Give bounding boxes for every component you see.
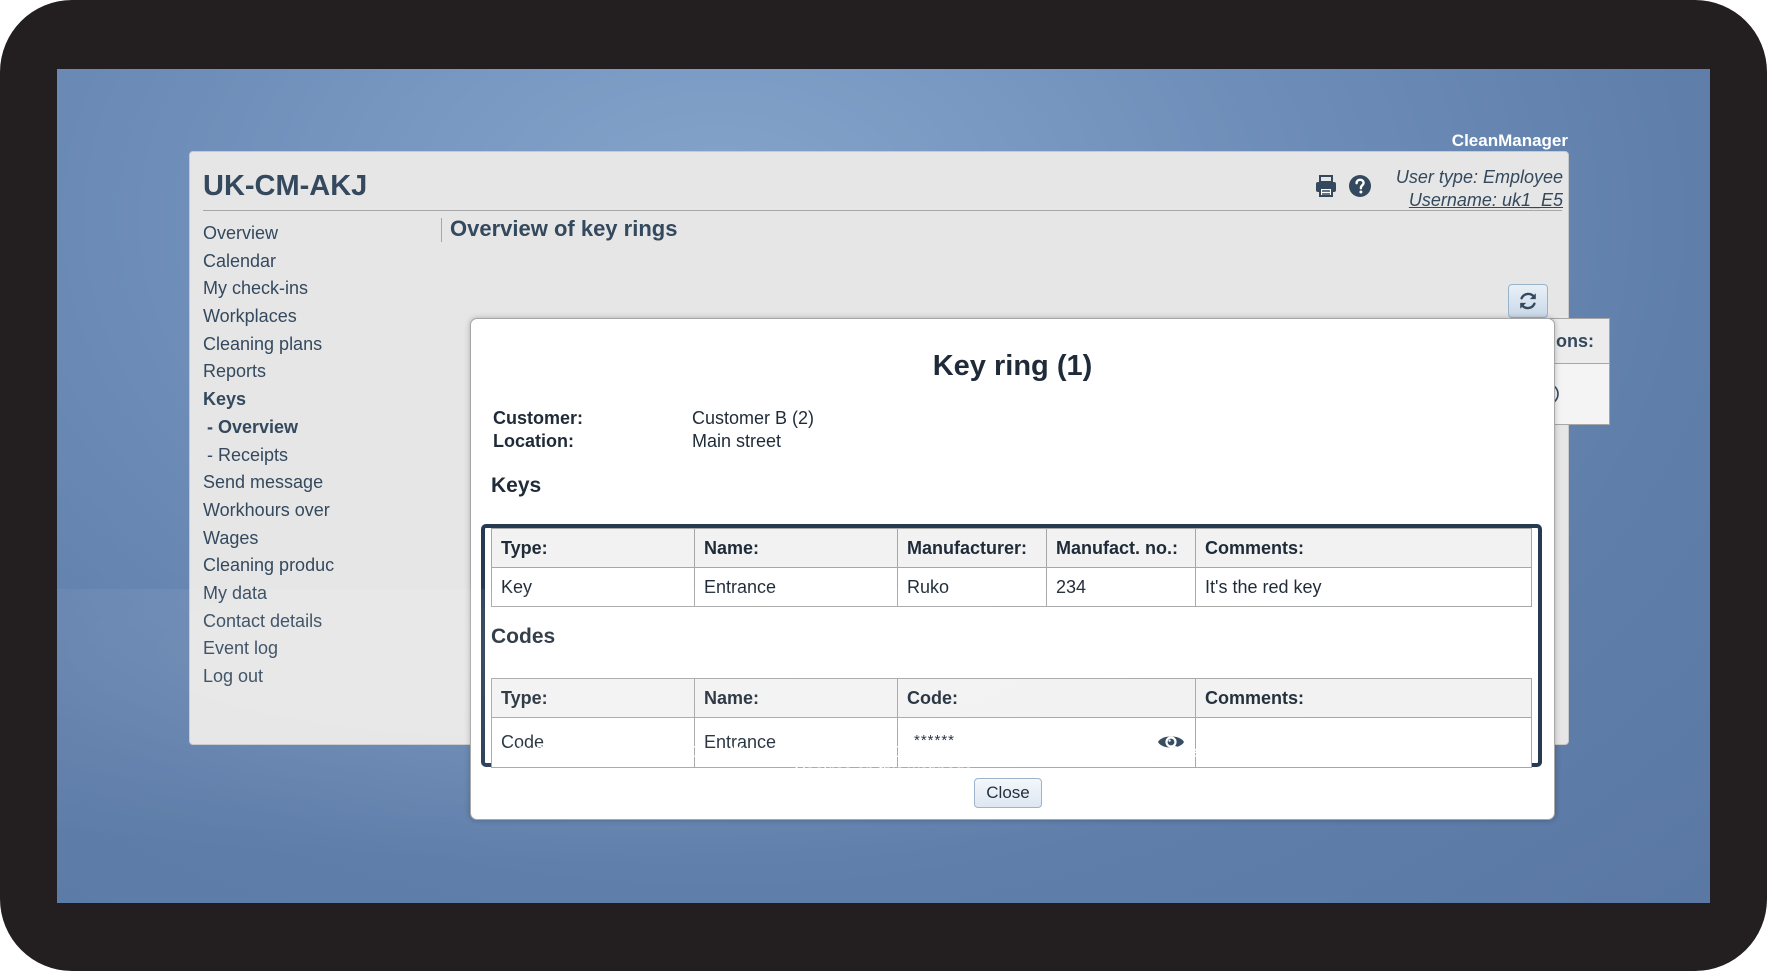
sidebar-item-cleaning-products[interactable]: Cleaning produc [203, 552, 334, 580]
key-name-cell: Entrance [694, 567, 898, 607]
content-divider [441, 218, 442, 242]
sidebar-item-my-check-ins[interactable]: My check-ins [203, 275, 334, 303]
sidebar-item-overview[interactable]: Overview [203, 220, 334, 248]
customer-value: Customer B (2) [692, 408, 815, 428]
codes-heading: Codes [491, 625, 556, 648]
print-icon[interactable] [1314, 174, 1338, 198]
keys-heading: Keys [491, 474, 542, 497]
keys-table: Type: Name: Manufacturer: Manufact. no.:… [491, 528, 1532, 607]
key-comments-cell: It's the red key [1195, 567, 1532, 607]
sidebar-item-keys[interactable]: Keys [203, 386, 334, 414]
username[interactable]: Username: uk1_E5 [1396, 189, 1563, 212]
sidebar-item-reports[interactable]: Reports [203, 358, 334, 386]
refresh-button[interactable] [1508, 284, 1548, 318]
cookies-link[interactable]: Cookies on this webpage [57, 763, 1710, 781]
sidebar-item-workplaces[interactable]: Workplaces [203, 303, 334, 331]
help-icon[interactable] [1348, 174, 1372, 198]
table-row: Key Entrance Ruko 234 It's the red key [491, 567, 1532, 607]
keys-col-manufacturer: Manufacturer: [897, 528, 1047, 568]
key-manufacturer-cell: Ruko [897, 567, 1047, 607]
sidebar-nav: Overview Calendar My check-ins Workplace… [203, 220, 334, 691]
sidebar-item-my-data[interactable]: My data [203, 580, 334, 608]
location-value: Main street [692, 431, 782, 451]
screen: CleanManager UK-CM-AKJ User type: Employ… [57, 69, 1710, 903]
sidebar-item-wages[interactable]: Wages [203, 525, 334, 553]
keys-col-comments: Comments: [1195, 528, 1532, 568]
dialog-title: Key ring (1) [932, 350, 1093, 382]
sidebar-item-event-log[interactable]: Event log [203, 635, 334, 663]
refresh-icon [1520, 292, 1536, 310]
codes-col-type: Type: [491, 678, 695, 718]
sidebar-item-workhours-overview[interactable]: Workhours over [203, 497, 334, 525]
brand-logo: CleanManager [1451, 131, 1568, 150]
footer-copyright: © Copyright 2009-2023 CleanManager ApS -… [517, 744, 1250, 761]
header-divider [203, 210, 1562, 211]
keys-header-row: Type: Name: Manufacturer: Manufact. no.:… [491, 528, 1532, 568]
key-type-cell: Key [491, 567, 695, 607]
codes-col-name: Name: [694, 678, 898, 718]
codes-col-comments: Comments: [1195, 678, 1532, 718]
page-heading: Overview of key rings [450, 216, 678, 241]
app-window: UK-CM-AKJ User type: Employee Username: … [189, 151, 1610, 820]
user-type: User type: Employee [1395, 167, 1563, 187]
location-label: Location: [493, 431, 574, 451]
keys-col-type: Type: [491, 528, 695, 568]
sidebar-item-keys-receipts[interactable]: - Receipts [203, 442, 334, 470]
sidebar-item-send-message[interactable]: Send message [203, 469, 334, 497]
sidebar-item-keys-overview[interactable]: - Overview [203, 414, 334, 442]
codes-header-row: Type: Name: Code: Comments: [491, 678, 1532, 718]
sidebar-item-cleaning-plans[interactable]: Cleaning plans [203, 331, 334, 359]
sidebar-item-log-out[interactable]: Log out [203, 663, 334, 691]
app-title: UK-CM-AKJ [203, 170, 368, 202]
sidebar-item-calendar[interactable]: Calendar [203, 248, 334, 276]
close-button[interactable]: Close [974, 778, 1042, 808]
device-frame: CleanManager UK-CM-AKJ User type: Employ… [0, 0, 1767, 971]
keys-col-manufact-no: Manufact. no.: [1046, 528, 1196, 568]
key-manufact-no-cell: 234 [1046, 567, 1196, 607]
customer-label: Customer: [493, 408, 584, 428]
codes-col-code: Code: [897, 678, 1196, 718]
user-info: User type: Employee Username: uk1_E5 [1396, 166, 1563, 212]
keys-col-name: Name: [694, 528, 898, 568]
header-icons [1314, 174, 1372, 198]
sidebar-item-contact-details[interactable]: Contact details [203, 608, 334, 636]
